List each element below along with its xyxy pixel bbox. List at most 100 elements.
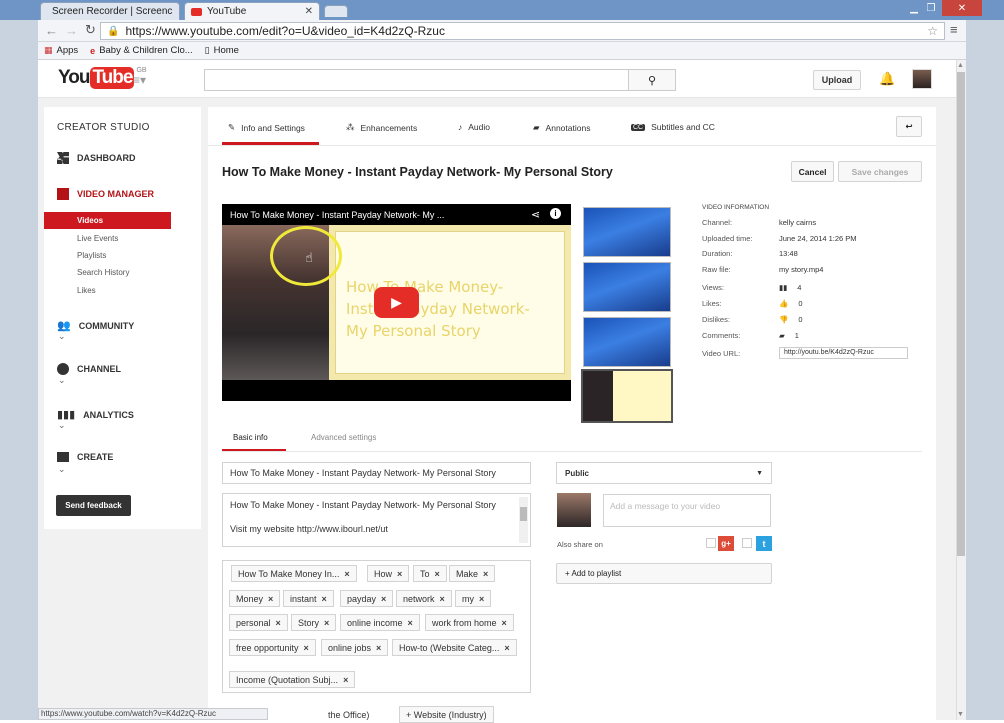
- tag-chip[interactable]: To ×: [413, 565, 447, 582]
- remove-tag-icon[interactable]: ×: [268, 594, 273, 604]
- tab-info-and-settings[interactable]: ✎ Info and Settings: [228, 122, 305, 133]
- tag-chip[interactable]: Story ×: [291, 614, 337, 631]
- forward-icon[interactable]: →: [65, 23, 78, 38]
- tab-basic-info[interactable]: Basic info: [233, 433, 268, 442]
- new-tab-button[interactable]: [324, 5, 348, 17]
- remove-tag-icon[interactable]: ×: [276, 618, 281, 628]
- tab-advanced-settings[interactable]: Advanced settings: [311, 433, 376, 442]
- close-tab-icon[interactable]: ✕: [305, 6, 313, 17]
- video-url-field[interactable]: http://youtu.be/K4d2zQ-Rzuc: [779, 347, 908, 359]
- tag-suggestion[interactable]: + Website (Industry): [399, 706, 494, 723]
- remove-tag-icon[interactable]: ×: [504, 643, 509, 653]
- remove-tag-icon[interactable]: ×: [376, 643, 381, 653]
- twitter-icon[interactable]: t: [756, 536, 772, 551]
- title-input[interactable]: How To Make Money - Instant Payday Netwo…: [222, 462, 531, 484]
- description-textarea[interactable]: How To Make Money - Instant Payday Netwo…: [222, 493, 531, 547]
- sidebar-item-videos[interactable]: [44, 212, 171, 229]
- sidebar-item-community[interactable]: 👥 COMMUNITY: [57, 319, 134, 332]
- sidebar-item-dashboard[interactable]: DASHBOARD: [57, 152, 136, 164]
- google-plus-icon[interactable]: g+: [718, 536, 734, 551]
- chevron-down-icon[interactable]: ⌄: [58, 331, 66, 342]
- page-scrollbar-thumb[interactable]: [957, 72, 965, 556]
- tag-chip[interactable]: personal ×: [229, 614, 288, 631]
- browser-tab-screen-recorder[interactable]: Screen Recorder | Screenc ✕: [40, 2, 180, 20]
- remove-tag-icon[interactable]: ×: [343, 675, 348, 685]
- tag-chip[interactable]: How To Make Money In... ×: [231, 565, 357, 582]
- sidebar-item-playlists[interactable]: Playlists: [77, 251, 106, 260]
- chevron-down-icon[interactable]: ⌄: [58, 464, 66, 475]
- scroll-down-icon[interactable]: ▼: [957, 711, 964, 718]
- chevron-down-icon[interactable]: ⌄: [58, 420, 66, 431]
- tag-chip[interactable]: Money ×: [229, 590, 281, 607]
- share-icon[interactable]: ⋖: [531, 208, 540, 221]
- close-tab-icon[interactable]: ✕: [177, 6, 179, 17]
- upload-button[interactable]: Upload: [813, 70, 861, 90]
- menu-icon[interactable]: ≡: [950, 22, 958, 37]
- tag-suggestion[interactable]: the Office): [322, 706, 375, 723]
- minimize-icon[interactable]: ▁: [906, 0, 922, 16]
- thumbnail-option[interactable]: [583, 317, 671, 367]
- share-checkbox[interactable]: [706, 538, 716, 548]
- tag-chip[interactable]: How ×: [367, 565, 410, 582]
- sidebar-item-search-history[interactable]: Search History: [77, 268, 129, 277]
- scrollbar-thumb[interactable]: [520, 507, 527, 521]
- tab-enhancements[interactable]: ⁂ Enhancements: [346, 122, 417, 133]
- tag-chip[interactable]: online income ×: [340, 614, 420, 631]
- remove-tag-icon[interactable]: ×: [381, 594, 386, 604]
- remove-tag-icon[interactable]: ×: [440, 594, 445, 604]
- sidebar-item-video-manager[interactable]: VIDEO MANAGER: [57, 188, 154, 200]
- bookmark-star-icon[interactable]: ☆: [927, 24, 938, 38]
- play-button[interactable]: ▶: [374, 287, 419, 318]
- tag-chip[interactable]: my ×: [455, 590, 492, 607]
- search-input[interactable]: [204, 69, 630, 91]
- maximize-icon[interactable]: ❐: [922, 0, 940, 16]
- remove-tag-icon[interactable]: ×: [483, 569, 488, 579]
- remove-tag-icon[interactable]: ×: [502, 618, 507, 628]
- browser-tab-youtube[interactable]: YouTube ✕: [184, 2, 320, 20]
- tab-audio[interactable]: ♪ Audio: [458, 122, 490, 132]
- thumbnail-option[interactable]: [583, 262, 671, 312]
- add-to-playlist-button[interactable]: + Add to playlist: [556, 563, 772, 584]
- tag-chip[interactable]: payday ×: [340, 590, 394, 607]
- remove-tag-icon[interactable]: ×: [324, 618, 329, 628]
- tab-subtitles[interactable]: CC Subtitles and CC: [631, 122, 715, 132]
- share-message-input[interactable]: Add a message to your video: [603, 494, 771, 527]
- sidebar-item-likes[interactable]: Likes: [77, 286, 96, 295]
- remove-tag-icon[interactable]: ×: [397, 569, 402, 579]
- privacy-select[interactable]: Public ▼: [556, 462, 772, 484]
- remove-tag-icon[interactable]: ×: [344, 569, 349, 579]
- player-title[interactable]: How To Make Money - Instant Payday Netwo…: [230, 210, 444, 220]
- sidebar-item-create[interactable]: CREATE: [57, 452, 113, 462]
- bookmark-home[interactable]: ▯ Home: [205, 45, 239, 56]
- reload-icon[interactable]: ↻: [85, 22, 96, 38]
- tag-chip[interactable]: free opportunity ×: [229, 639, 316, 656]
- bookmark-apps[interactable]: ▦ Apps: [44, 45, 78, 56]
- share-checkbox[interactable]: [742, 538, 752, 548]
- notifications-bell-icon[interactable]: 🔔: [879, 71, 895, 87]
- sidebar-item-channel[interactable]: CHANNEL: [57, 363, 121, 375]
- cancel-button[interactable]: Cancel: [791, 161, 834, 182]
- avatar[interactable]: [912, 69, 932, 89]
- guide-menu-icon[interactable]: ≡▾: [133, 73, 146, 87]
- thumbnail-option[interactable]: [583, 207, 671, 257]
- tab-annotations[interactable]: ▰ Annotations: [533, 122, 590, 133]
- tag-chip[interactable]: How-to (Website Categ... ×: [392, 639, 517, 656]
- scroll-up-icon[interactable]: ▲: [957, 62, 964, 69]
- tag-chip[interactable]: instant ×: [283, 590, 334, 607]
- remove-tag-icon[interactable]: ×: [408, 618, 413, 628]
- sidebar-item-live-events[interactable]: Live Events: [77, 234, 118, 243]
- tag-chip[interactable]: network ×: [396, 590, 452, 607]
- remove-tag-icon[interactable]: ×: [479, 594, 484, 604]
- remove-tag-icon[interactable]: ×: [435, 569, 440, 579]
- send-feedback-button[interactable]: Send feedback: [56, 495, 131, 516]
- tag-chip[interactable]: Income (Quotation Subj... ×: [229, 671, 356, 688]
- remove-tag-icon[interactable]: ×: [304, 643, 309, 653]
- sidebar-item-analytics[interactable]: ▮▮▮ ANALYTICS: [57, 408, 134, 421]
- info-icon[interactable]: i: [550, 208, 561, 219]
- tag-chip[interactable]: Make ×: [449, 565, 496, 582]
- thumbnail-selected[interactable]: [581, 369, 673, 423]
- tag-chip[interactable]: online jobs ×: [321, 639, 389, 656]
- save-changes-button[interactable]: Save changes: [838, 161, 922, 182]
- close-window-icon[interactable]: ✕: [942, 0, 982, 16]
- address-bar[interactable]: 🔒 https://www.youtube.com/edit?o=U&video…: [100, 22, 945, 40]
